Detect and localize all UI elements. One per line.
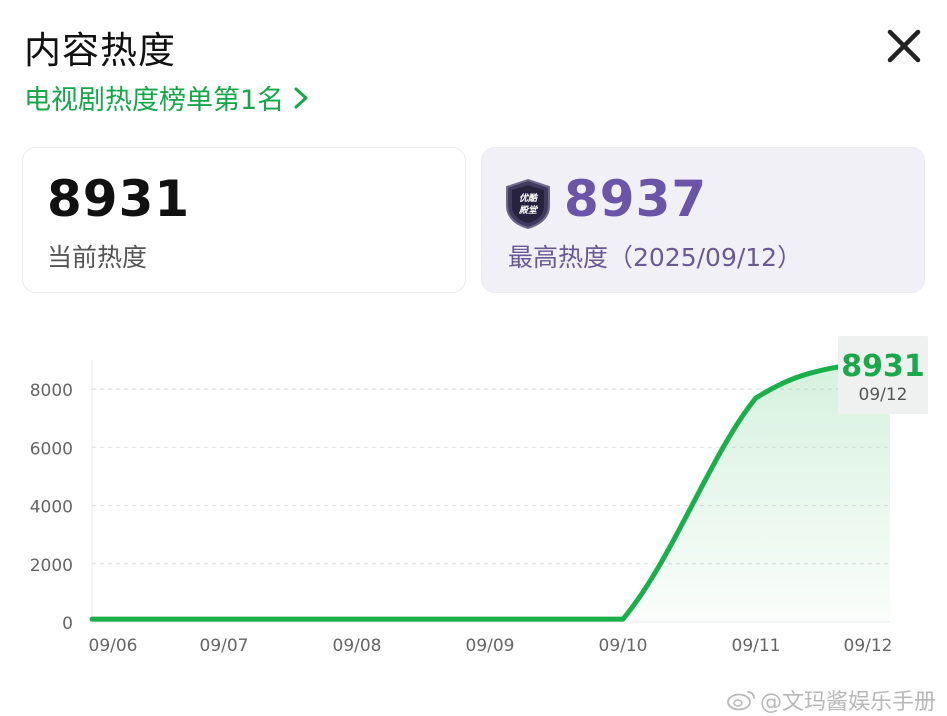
page-title: 内容热度 — [24, 29, 176, 72]
peak-heat-label: 最高热度（2025/09/12） — [508, 243, 803, 272]
current-heat-label: 当前热度 — [47, 243, 148, 272]
rank-link[interactable]: 电视剧热度榜单第1名 — [24, 78, 308, 117]
y-tick-label: 8000 — [30, 381, 73, 401]
content-heat-panel: 内容热度 电视剧热度榜单第1名 8931 当前热度 优酷 殿堂 8937 最高热… — [0, 0, 947, 716]
chevron-right-icon — [294, 87, 308, 108]
weibo-logo-icon — [727, 691, 755, 711]
peak-heat-card: 优酷 殿堂 8937 最高热度（2025/09/12） — [481, 147, 925, 293]
current-heat-card: 8931 当前热度 — [22, 147, 466, 293]
y-tick-label: 0 — [62, 614, 73, 634]
svg-text:殿堂: 殿堂 — [518, 205, 539, 216]
hall-of-fame-badge-icon: 优酷 殿堂 — [506, 178, 550, 230]
watermark-text: @文玛酱娱乐手册 — [760, 690, 937, 715]
y-tick-label: 2000 — [30, 556, 73, 576]
x-tick-label: 09/12 — [844, 636, 893, 656]
x-tick-label: 09/06 — [89, 636, 138, 656]
peak-heat-value: 8937 — [564, 170, 708, 228]
tooltip-value: 8931 — [841, 349, 925, 384]
current-heat-value: 8931 — [47, 170, 191, 228]
x-tick-label: 09/11 — [732, 636, 781, 656]
x-tick-label: 09/08 — [333, 636, 382, 656]
x-tick-label: 09/07 — [200, 636, 249, 656]
series-area — [92, 360, 890, 622]
watermark: @文玛酱娱乐手册 — [726, 684, 936, 716]
rank-link-label: 电视剧热度榜单第1名 — [24, 85, 285, 116]
svg-text:优酷: 优酷 — [519, 193, 539, 204]
close-icon[interactable] — [884, 26, 924, 66]
tooltip-date: 09/12 — [859, 385, 908, 405]
x-tick-label: 09/10 — [599, 636, 648, 656]
y-tick-label: 4000 — [30, 498, 73, 518]
x-tick-label: 09/09 — [466, 636, 515, 656]
y-tick-label: 6000 — [30, 439, 73, 459]
heat-trend-chart: 0 2000 4000 6000 8000 09/06 09/07 09/08 09/09 09/… — [30, 336, 928, 656]
